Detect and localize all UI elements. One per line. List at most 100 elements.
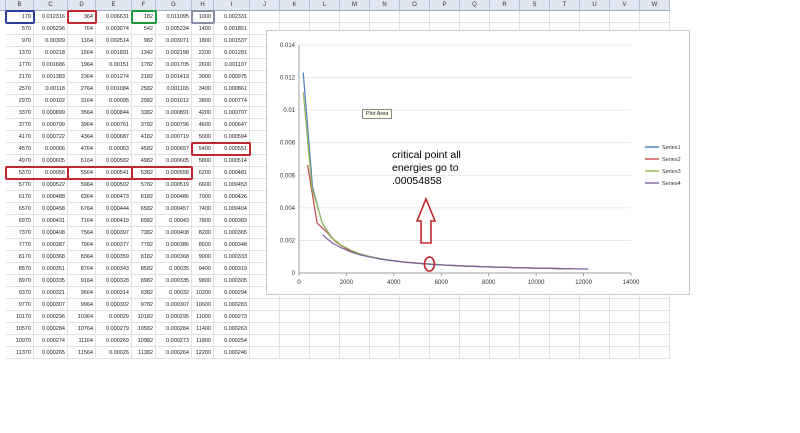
empty-cell[interactable]	[430, 335, 460, 347]
column-header[interactable]: G	[156, 0, 192, 11]
cell[interactable]: 4570	[6, 143, 34, 155]
cell[interactable]: 9770	[6, 299, 34, 311]
empty-cell[interactable]	[580, 335, 610, 347]
cell[interactable]: 0.000722	[34, 131, 68, 143]
cell[interactable]: 1400	[192, 23, 214, 35]
cell[interactable]: 0.006631	[96, 11, 132, 23]
cell[interactable]: 0.000328	[96, 275, 132, 287]
empty-cell[interactable]	[490, 311, 520, 323]
cell[interactable]: 0.002331	[214, 11, 250, 23]
empty-cell[interactable]	[250, 311, 280, 323]
empty-cell[interactable]	[640, 347, 670, 359]
cell[interactable]: 982	[132, 35, 156, 47]
cell[interactable]: 4582	[132, 143, 156, 155]
cell[interactable]: 0.000264	[156, 347, 192, 359]
cell[interactable]: 4170	[6, 131, 34, 143]
cell[interactable]: 0.000488	[34, 191, 68, 203]
column-header[interactable]: U	[580, 0, 610, 11]
cell[interactable]: 8582	[132, 263, 156, 275]
empty-cell[interactable]	[520, 299, 550, 311]
cell[interactable]: 0.001383	[34, 71, 68, 83]
cell[interactable]: 0.000254	[214, 335, 250, 347]
cell[interactable]: 0.001281	[214, 47, 250, 59]
cell[interactable]: 0.001165	[156, 83, 192, 95]
cell[interactable]: 1782	[132, 59, 156, 71]
empty-cell[interactable]	[280, 299, 310, 311]
cell[interactable]: 0.003071	[156, 35, 192, 47]
cell[interactable]: 0.001851	[214, 23, 250, 35]
cell[interactable]: 11564	[68, 347, 96, 359]
cell[interactable]: 0.000294	[214, 287, 250, 299]
cell[interactable]: 0.000796	[156, 119, 192, 131]
cell[interactable]: 9964	[68, 299, 96, 311]
cell[interactable]: 10170	[6, 311, 34, 323]
cell[interactable]: 0.00029	[96, 311, 132, 323]
empty-cell[interactable]	[250, 11, 280, 23]
cell[interactable]: 10570	[6, 323, 34, 335]
cell[interactable]: 10182	[132, 311, 156, 323]
empty-cell[interactable]	[340, 11, 370, 23]
cell[interactable]: 0.001107	[214, 59, 250, 71]
empty-cell[interactable]	[310, 11, 340, 23]
cell[interactable]: 10582	[132, 323, 156, 335]
empty-cell[interactable]	[610, 311, 640, 323]
cell[interactable]: 542	[132, 23, 156, 35]
empty-cell[interactable]	[460, 335, 490, 347]
cell[interactable]: 0.000426	[214, 191, 250, 203]
cell[interactable]: 6970	[6, 215, 34, 227]
column-header[interactable]: L	[310, 0, 340, 11]
empty-cell[interactable]	[520, 323, 550, 335]
cell[interactable]: 0.000368	[156, 251, 192, 263]
cell[interactable]: 0.000657	[156, 143, 192, 155]
cell[interactable]: 9164	[68, 275, 96, 287]
cell[interactable]: 0.000397	[96, 227, 132, 239]
empty-cell[interactable]	[580, 347, 610, 359]
cell[interactable]: 0.000502	[96, 179, 132, 191]
cell[interactable]: 0.000419	[96, 215, 132, 227]
empty-cell[interactable]	[370, 299, 400, 311]
cell[interactable]: 8170	[6, 251, 34, 263]
cell[interactable]: 2182	[132, 71, 156, 83]
cell[interactable]: 0.00095	[96, 95, 132, 107]
cell[interactable]: 3000	[192, 71, 214, 83]
cell[interactable]: 0.00026	[96, 347, 132, 359]
empty-cell[interactable]	[610, 323, 640, 335]
cell[interactable]: 1564	[68, 47, 96, 59]
empty-cell[interactable]	[370, 323, 400, 335]
cell[interactable]: 0.00102	[34, 95, 68, 107]
empty-cell[interactable]	[370, 311, 400, 323]
cell[interactable]: 0.000647	[214, 119, 250, 131]
empty-cell[interactable]	[490, 323, 520, 335]
cell[interactable]: 1964	[68, 59, 96, 71]
cell[interactable]: 10764	[68, 323, 96, 335]
cell[interactable]: 0.000431	[34, 215, 68, 227]
cell[interactable]: 0.012316	[34, 11, 68, 23]
cell[interactable]: 0.00043	[156, 215, 192, 227]
empty-cell[interactable]	[460, 311, 490, 323]
cell[interactable]: 7370	[6, 227, 34, 239]
cell[interactable]: 6170	[6, 191, 34, 203]
empty-cell[interactable]	[490, 299, 520, 311]
empty-cell[interactable]	[310, 347, 340, 359]
cell[interactable]: 0.003074	[96, 23, 132, 35]
cell[interactable]: 2364	[68, 71, 96, 83]
cell[interactable]: 0.000408	[156, 227, 192, 239]
cell[interactable]: 9782	[132, 299, 156, 311]
cell[interactable]: 0.000305	[214, 275, 250, 287]
empty-cell[interactable]	[400, 11, 430, 23]
empty-cell[interactable]	[310, 335, 340, 347]
cell[interactable]: 0.001686	[34, 59, 68, 71]
cell[interactable]: 3164	[68, 95, 96, 107]
cell[interactable]: 7000	[192, 191, 214, 203]
cell[interactable]: 0.001012	[156, 95, 192, 107]
cell[interactable]: 5800	[192, 155, 214, 167]
cell[interactable]: 3770	[6, 119, 34, 131]
column-header[interactable]: R	[490, 0, 520, 11]
empty-cell[interactable]	[550, 347, 580, 359]
cell[interactable]: 0.000319	[214, 263, 250, 275]
cell[interactable]: 0.000457	[156, 203, 192, 215]
empty-cell[interactable]	[280, 347, 310, 359]
cell[interactable]: 0.000444	[96, 203, 132, 215]
cell[interactable]: 0.000273	[214, 311, 250, 323]
cell[interactable]: 0.00032	[156, 287, 192, 299]
